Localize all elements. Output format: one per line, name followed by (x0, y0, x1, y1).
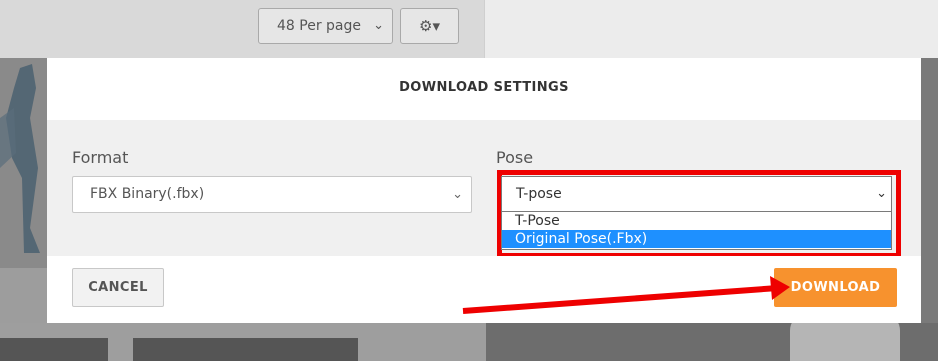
pose-select[interactable]: T-pose ⌄ (501, 176, 892, 212)
format-label: Format (72, 148, 129, 167)
background-card (133, 338, 358, 361)
chevron-down-icon: ⌄ (452, 187, 463, 202)
format-select[interactable]: FBX Binary(.fbx) ⌄ (72, 176, 472, 213)
download-settings-modal: DOWNLOAD SETTINGS Format FBX Binary(.fbx… (47, 58, 921, 323)
pose-label: Pose (496, 148, 534, 167)
chevron-down-icon: ⌄ (876, 186, 887, 201)
cancel-button[interactable]: CANCEL (72, 268, 164, 307)
gear-icon: ⚙▾ (419, 17, 440, 35)
modal-header: DOWNLOAD SETTINGS (47, 58, 921, 121)
modal-body: Format FBX Binary(.fbx) ⌄ Pose T-pose ⌄ … (47, 120, 921, 258)
pose-option-original-pose[interactable]: Original Pose(.Fbx) (502, 230, 891, 248)
format-select-value: FBX Binary(.fbx) (90, 186, 205, 202)
background-card (0, 338, 108, 361)
background-panel (0, 268, 47, 323)
per-page-select[interactable]: 48 Per page ⌄ (258, 8, 393, 44)
background-thumbnail-right (921, 58, 938, 323)
modal-title: DOWNLOAD SETTINGS (399, 80, 569, 95)
background-toolbar-right (484, 0, 938, 58)
character-model-thumbnail (0, 64, 40, 253)
chevron-down-icon: ⌄ (373, 18, 384, 33)
settings-dropdown-button[interactable]: ⚙▾ (400, 8, 459, 44)
modal-footer: CANCEL DOWNLOAD (47, 256, 921, 323)
download-button[interactable]: DOWNLOAD (774, 268, 897, 307)
per-page-value: 48 Per page (277, 18, 361, 34)
background-divider (484, 0, 485, 58)
pose-select-value: T-pose (516, 186, 562, 202)
pose-option-t-pose[interactable]: T-Pose (502, 212, 891, 230)
pose-options-list: T-Pose Original Pose(.Fbx) (501, 212, 892, 250)
